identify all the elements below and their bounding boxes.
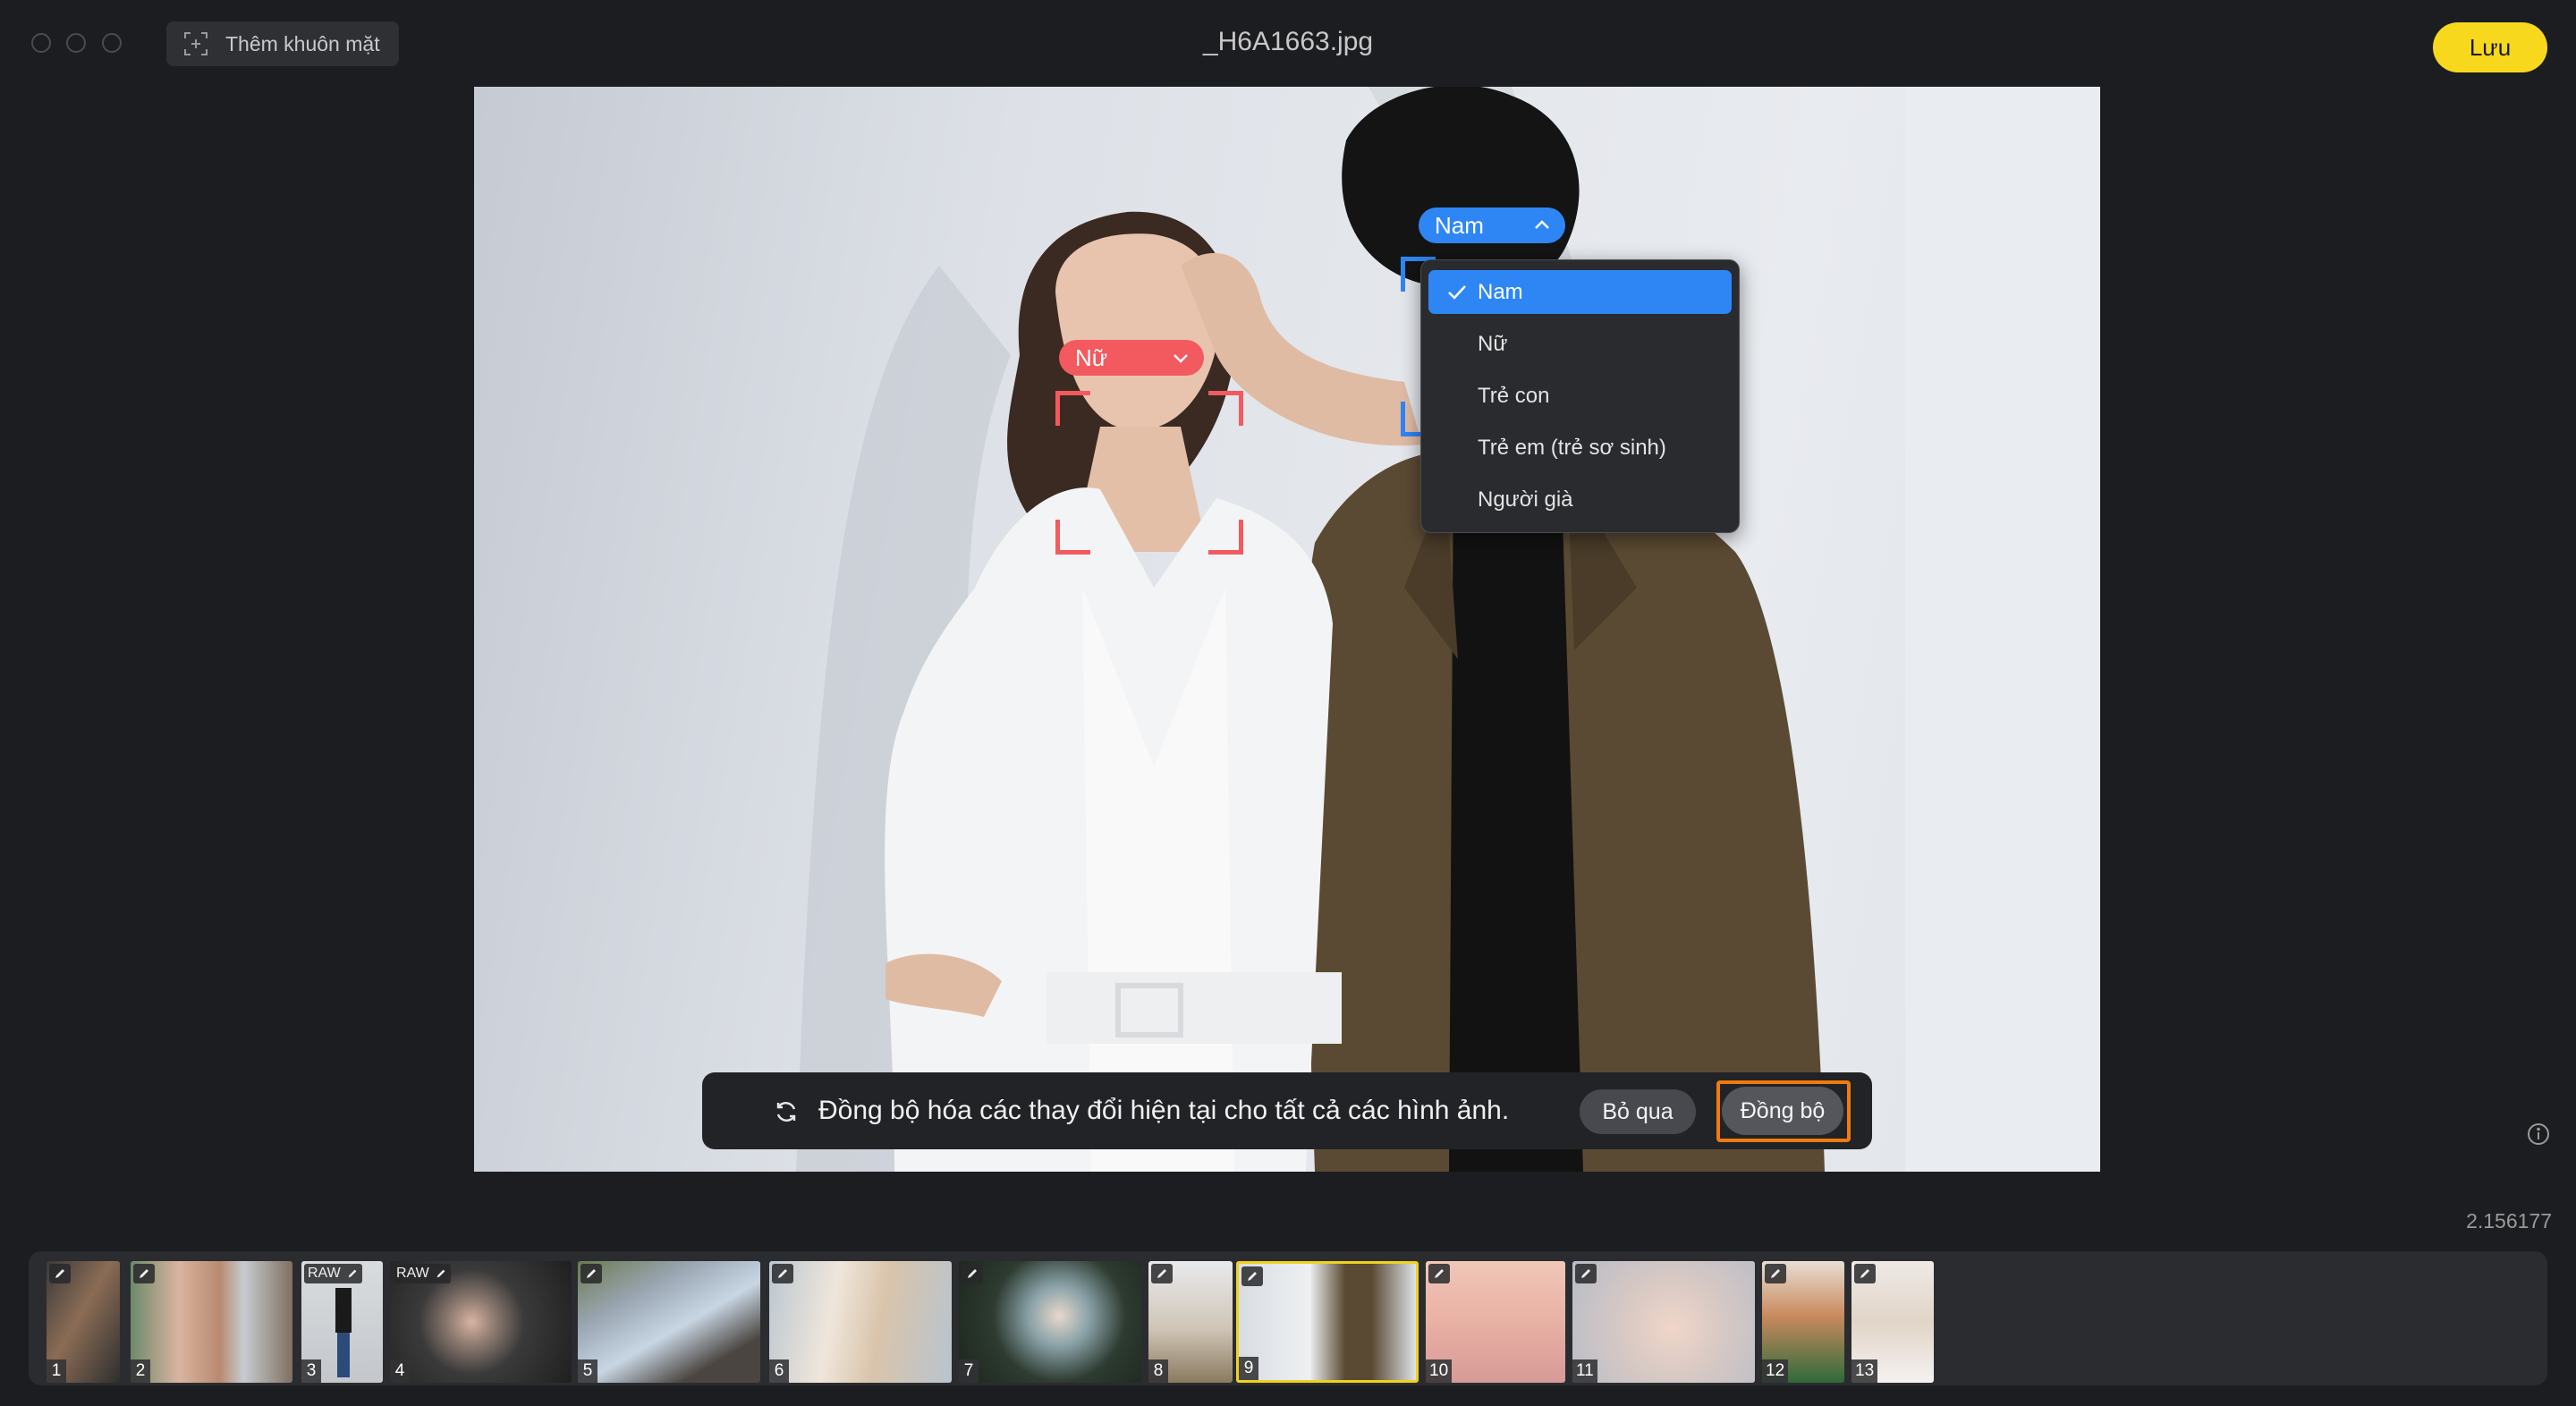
edited-icon bbox=[1575, 1264, 1597, 1283]
face-type-dropdown[interactable]: Nam Nữ Trẻ con Trẻ em (trẻ sơ sinh) Ngườ… bbox=[1420, 259, 1740, 533]
photo-illustration bbox=[796, 87, 2100, 1172]
face-frame-female-tr bbox=[1208, 391, 1243, 426]
thumbnail-number: 2 bbox=[131, 1359, 150, 1383]
sync-banner: Đồng bộ hóa các thay đổi hiện tại cho tấ… bbox=[702, 1072, 1872, 1149]
checkmark-icon bbox=[1448, 285, 1466, 300]
thumbnail-number: 4 bbox=[390, 1359, 410, 1383]
face-frame-female-bl bbox=[1055, 520, 1090, 555]
thumbnail-9[interactable]: 9 bbox=[1236, 1261, 1419, 1383]
dropdown-option-female[interactable]: Nữ bbox=[1428, 322, 1732, 366]
thumbnail-4[interactable]: RAW 4 bbox=[390, 1261, 572, 1383]
thumbnail-number: 7 bbox=[959, 1359, 979, 1383]
skip-button[interactable]: Bỏ qua bbox=[1580, 1089, 1696, 1134]
dropdown-option-child[interactable]: Trẻ con bbox=[1428, 374, 1732, 418]
edited-icon bbox=[1151, 1264, 1173, 1283]
thumbnail-8[interactable]: 8 bbox=[1148, 1261, 1233, 1383]
thumbnail-3[interactable]: RAW 3 bbox=[301, 1261, 383, 1383]
edited-icon bbox=[49, 1264, 71, 1283]
thumbnail-1[interactable]: 1 bbox=[47, 1261, 120, 1383]
thumbnail-10[interactable]: 10 bbox=[1426, 1261, 1565, 1383]
edited-icon bbox=[580, 1264, 602, 1283]
thumbnail-number: 11 bbox=[1572, 1359, 1597, 1383]
filmstrip: 1 2 RAW 3 RAW 4 5 6 7 8 9 10 11 12 13 bbox=[29, 1251, 2547, 1385]
save-button[interactable]: Lưu bbox=[2433, 22, 2547, 72]
thumbnail-number: 10 bbox=[1426, 1359, 1453, 1383]
thumbnail-number: 12 bbox=[1762, 1359, 1789, 1383]
thumbnail-5[interactable]: 5 bbox=[578, 1261, 760, 1383]
face-frame-female-tl bbox=[1055, 391, 1090, 426]
edited-icon bbox=[1765, 1264, 1786, 1283]
edited-icon bbox=[1241, 1266, 1263, 1286]
thumbnail-number: 3 bbox=[301, 1359, 321, 1383]
thumbnail-number: 8 bbox=[1148, 1359, 1168, 1383]
edited-icon bbox=[1428, 1264, 1450, 1283]
edited-icon bbox=[133, 1264, 155, 1283]
window-title: _H6A1663.jpg bbox=[1202, 27, 1374, 56]
dropdown-option-elderly[interactable]: Người già bbox=[1428, 478, 1732, 521]
thumbnail-number: 6 bbox=[769, 1359, 789, 1383]
info-icon[interactable] bbox=[2527, 1122, 2550, 1146]
thumbnail-number: 5 bbox=[578, 1359, 597, 1383]
thumbnail-12[interactable]: 12 bbox=[1762, 1261, 1844, 1383]
sync-button[interactable]: Đồng bộ bbox=[1722, 1087, 1843, 1135]
chevron-down-icon bbox=[1174, 354, 1188, 363]
sync-message: Đồng bộ hóa các thay đổi hiện tại cho tấ… bbox=[818, 1096, 1510, 1125]
face-tag-female-label: Nữ bbox=[1075, 343, 1108, 371]
thumbnail-number: 13 bbox=[1852, 1359, 1878, 1383]
thumbnail-13[interactable]: 13 bbox=[1852, 1261, 1934, 1383]
edited-icon bbox=[772, 1264, 793, 1283]
face-tag-male[interactable]: Nam bbox=[1419, 208, 1565, 243]
raw-badge: RAW bbox=[304, 1264, 362, 1283]
face-tag-male-label: Nam bbox=[1435, 211, 1484, 239]
main-photo: Nữ Nam bbox=[474, 87, 2100, 1172]
thumbnail-number: 1 bbox=[47, 1359, 66, 1383]
dropdown-option-baby[interactable]: Trẻ em (trẻ sơ sinh) bbox=[1428, 426, 1732, 470]
version-label: 2.156177 bbox=[2466, 1209, 2552, 1232]
face-frame-female-br bbox=[1208, 520, 1243, 555]
thumbnail-6[interactable]: 6 bbox=[769, 1261, 952, 1383]
sync-icon bbox=[776, 1102, 796, 1122]
dropdown-option-male[interactable]: Nam bbox=[1428, 270, 1732, 314]
thumbnail-number: 9 bbox=[1239, 1357, 1258, 1380]
thumbnail-2[interactable]: 2 bbox=[131, 1261, 292, 1383]
edited-icon bbox=[1854, 1264, 1876, 1283]
face-tag-female[interactable]: Nữ bbox=[1059, 340, 1204, 376]
chevron-up-icon bbox=[1535, 220, 1549, 229]
edited-icon bbox=[962, 1264, 983, 1283]
thumbnail-7[interactable]: 7 bbox=[959, 1261, 1141, 1383]
thumbnail-11[interactable]: 11 bbox=[1572, 1261, 1755, 1383]
raw-badge: RAW bbox=[393, 1264, 451, 1283]
